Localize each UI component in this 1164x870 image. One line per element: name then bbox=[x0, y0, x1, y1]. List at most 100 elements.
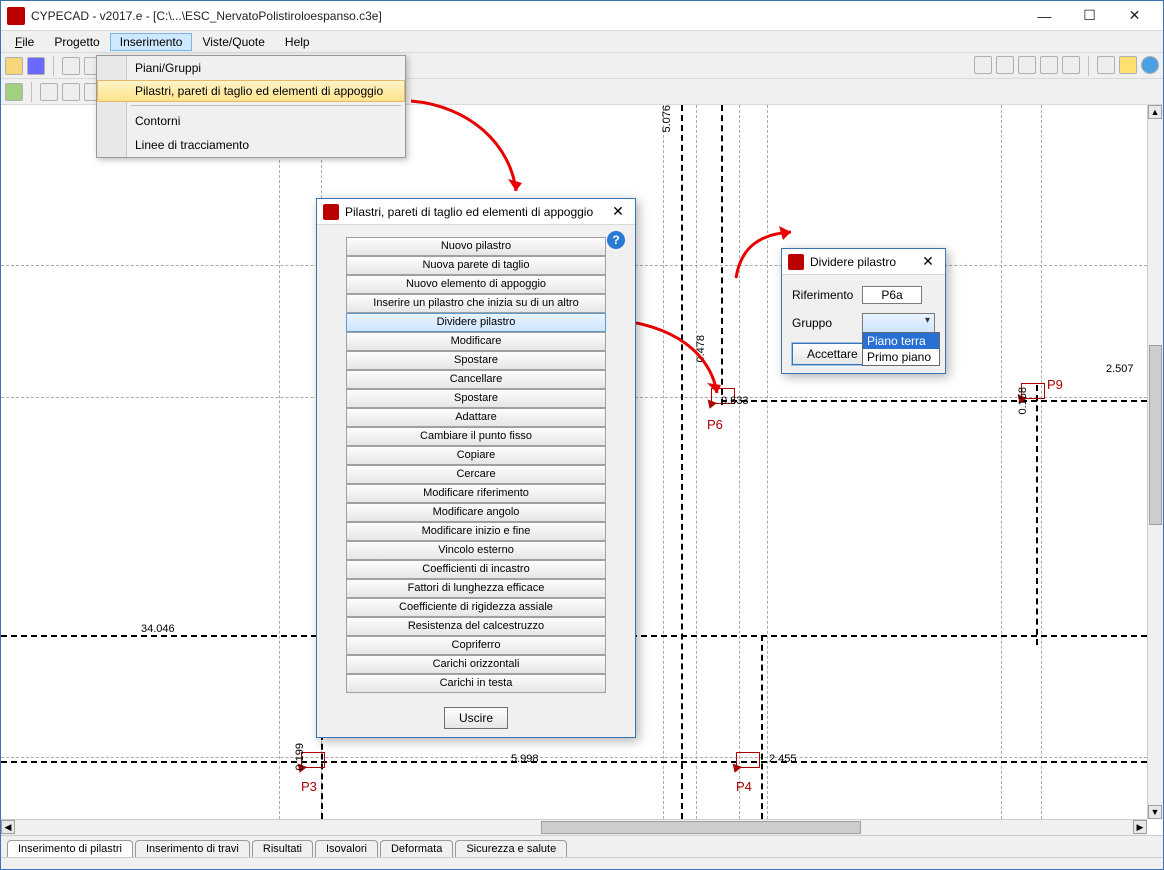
dimension-label: 0.199 bbox=[294, 743, 306, 771]
option-dividere-pilastro[interactable]: Dividere pilastro bbox=[346, 313, 606, 332]
option-cercare[interactable]: Cercare bbox=[346, 465, 606, 484]
combo-option[interactable]: Primo piano bbox=[863, 349, 939, 365]
option-adattare[interactable]: Adattare bbox=[346, 408, 606, 427]
save-icon[interactable] bbox=[27, 57, 45, 75]
menu-item-linee[interactable]: Linee di tracciamento bbox=[97, 133, 405, 157]
tab-inserimento-pilastri[interactable]: Inserimento di pilastri bbox=[7, 840, 133, 857]
refresh-icon[interactable] bbox=[1018, 56, 1036, 74]
menu-file[interactable]: File bbox=[5, 33, 44, 51]
globe-icon[interactable] bbox=[1141, 56, 1159, 74]
gruppo-combo[interactable] bbox=[862, 313, 935, 333]
tab-deformata[interactable]: Deformata bbox=[380, 840, 453, 857]
bottom-tabs: Inserimento di pilastri Inserimento di t… bbox=[1, 835, 1163, 857]
option-fattori-lunghezza[interactable]: Fattori di lunghezza efficace bbox=[346, 579, 606, 598]
scroll-down-icon[interactable]: ▼ bbox=[1148, 805, 1162, 819]
dialog-title: Pilastri, pareti di taglio ed elementi d… bbox=[345, 205, 593, 219]
tool-icon[interactable] bbox=[996, 56, 1014, 74]
option-spostare2[interactable]: Spostare bbox=[346, 389, 606, 408]
option-mod-inizio-fine[interactable]: Modificare inizio e fine bbox=[346, 522, 606, 541]
titlebar: CYPECAD - v2017.e - [C:\...\ESC_NervatoP… bbox=[1, 1, 1163, 31]
tool-icon[interactable] bbox=[5, 83, 23, 101]
dimension-label: 5.998 bbox=[511, 753, 539, 765]
option-carichi-orizz[interactable]: Carichi orizzontali bbox=[346, 655, 606, 674]
dialog-icon bbox=[323, 204, 339, 220]
tool-icon[interactable] bbox=[1062, 56, 1080, 74]
option-nuovo-elemento[interactable]: Nuovo elemento di appoggio bbox=[346, 275, 606, 294]
pillar-label: P9 bbox=[1047, 377, 1063, 392]
tab-isovalori[interactable]: Isovalori bbox=[315, 840, 378, 857]
accept-button[interactable]: Accettare bbox=[792, 343, 873, 365]
menu-progetto[interactable]: Progetto bbox=[44, 33, 109, 51]
option-modificare[interactable]: Modificare bbox=[346, 332, 606, 351]
help-icon[interactable] bbox=[1119, 56, 1137, 74]
window-title: CYPECAD - v2017.e - [C:\...\ESC_NervatoP… bbox=[31, 9, 382, 23]
option-cancellare[interactable]: Cancellare bbox=[346, 370, 606, 389]
option-copiare[interactable]: Copiare bbox=[346, 446, 606, 465]
dialog-close-button[interactable]: ✕ bbox=[917, 252, 939, 272]
horizontal-scrollbar[interactable]: ◀ ▶ bbox=[1, 819, 1147, 835]
option-coef-rigidezza[interactable]: Coefficiente di rigidezza assiale bbox=[346, 598, 606, 617]
exit-button[interactable]: Uscire bbox=[444, 707, 508, 729]
scroll-thumb[interactable] bbox=[541, 821, 861, 834]
menu-item-contorni[interactable]: Contorni bbox=[97, 109, 405, 133]
settings-icon[interactable] bbox=[1097, 56, 1115, 74]
dialog-title: Dividere pilastro bbox=[810, 255, 896, 269]
tool-icon[interactable] bbox=[62, 57, 80, 75]
menu-help[interactable]: Help bbox=[275, 33, 320, 51]
dialog-icon bbox=[788, 254, 804, 270]
option-copriferro[interactable]: Copriferro bbox=[346, 636, 606, 655]
help-icon[interactable]: ? bbox=[607, 231, 625, 249]
inserimento-dropdown: Piani/Gruppi Pilastri, pareti di taglio … bbox=[96, 55, 406, 158]
tab-sicurezza[interactable]: Sicurezza e salute bbox=[455, 840, 567, 857]
tool-icon[interactable] bbox=[40, 83, 58, 101]
minimize-button[interactable]: — bbox=[1022, 2, 1067, 30]
dimension-label: 34.046 bbox=[141, 623, 175, 635]
maximize-button[interactable]: ☐ bbox=[1067, 2, 1112, 30]
annotation-arrow bbox=[401, 96, 541, 206]
app-window: CYPECAD - v2017.e - [C:\...\ESC_NervatoP… bbox=[0, 0, 1164, 870]
pillar-label: P6 bbox=[707, 417, 723, 432]
option-mod-riferimento[interactable]: Modificare riferimento bbox=[346, 484, 606, 503]
print-icon[interactable] bbox=[974, 56, 992, 74]
menubar: File Progetto Inserimento Viste/Quote He… bbox=[1, 31, 1163, 53]
option-nuovo-pilastro[interactable]: Nuovo pilastro bbox=[346, 237, 606, 256]
menu-item-piani-gruppi[interactable]: Piani/Gruppi bbox=[97, 56, 405, 80]
option-coef-incastro[interactable]: Coefficienti di incastro bbox=[346, 560, 606, 579]
combo-option[interactable]: Piano terra bbox=[863, 333, 939, 349]
dimension-label: 0.158 bbox=[1017, 387, 1029, 415]
app-icon bbox=[7, 7, 25, 25]
scroll-right-icon[interactable]: ▶ bbox=[1133, 820, 1147, 834]
pillar-p4[interactable] bbox=[736, 752, 760, 768]
option-mod-angolo[interactable]: Modificare angolo bbox=[346, 503, 606, 522]
scroll-thumb[interactable] bbox=[1149, 345, 1162, 525]
option-cambiare-punto[interactable]: Cambiare il punto fisso bbox=[346, 427, 606, 446]
option-inserire-pilastro[interactable]: Inserire un pilastro che inizia su di un… bbox=[346, 294, 606, 313]
option-nuova-parete[interactable]: Nuova parete di taglio bbox=[346, 256, 606, 275]
tool-icon[interactable] bbox=[62, 83, 80, 101]
menu-inserimento[interactable]: Inserimento bbox=[110, 33, 193, 51]
riferimento-input[interactable] bbox=[862, 286, 922, 304]
pillar-label: P4 bbox=[736, 779, 752, 794]
statusbar bbox=[1, 857, 1163, 869]
close-button[interactable]: ✕ bbox=[1112, 2, 1157, 30]
option-resistenza[interactable]: Resistenza del calcestruzzo bbox=[346, 617, 606, 636]
vertical-scrollbar[interactable]: ▲ ▼ bbox=[1147, 105, 1163, 819]
menu-viste[interactable]: Viste/Quote bbox=[192, 33, 274, 51]
dialog-close-button[interactable]: ✕ bbox=[607, 202, 629, 222]
pilastri-dialog: Pilastri, pareti di taglio ed elementi d… bbox=[316, 198, 636, 738]
dimension-label: 2.455 bbox=[769, 753, 797, 765]
open-icon[interactable] bbox=[5, 57, 23, 75]
gruppo-dropdown: Piano terra Primo piano bbox=[862, 332, 940, 366]
option-spostare[interactable]: Spostare bbox=[346, 351, 606, 370]
scroll-left-icon[interactable]: ◀ bbox=[1, 820, 15, 834]
option-vincolo[interactable]: Vincolo esterno bbox=[346, 541, 606, 560]
option-carichi-testa[interactable]: Carichi in testa bbox=[346, 674, 606, 693]
riferimento-label: Riferimento bbox=[792, 288, 862, 302]
export-icon[interactable] bbox=[1040, 56, 1058, 74]
dialog-titlebar: Pilastri, pareti di taglio ed elementi d… bbox=[317, 199, 635, 225]
menu-item-pilastri[interactable]: Pilastri, pareti di taglio ed elementi d… bbox=[97, 80, 405, 102]
dialog-titlebar: Dividere pilastro ✕ bbox=[782, 249, 945, 275]
scroll-up-icon[interactable]: ▲ bbox=[1148, 105, 1162, 119]
tab-risultati[interactable]: Risultati bbox=[252, 840, 313, 857]
tab-inserimento-travi[interactable]: Inserimento di travi bbox=[135, 840, 250, 857]
